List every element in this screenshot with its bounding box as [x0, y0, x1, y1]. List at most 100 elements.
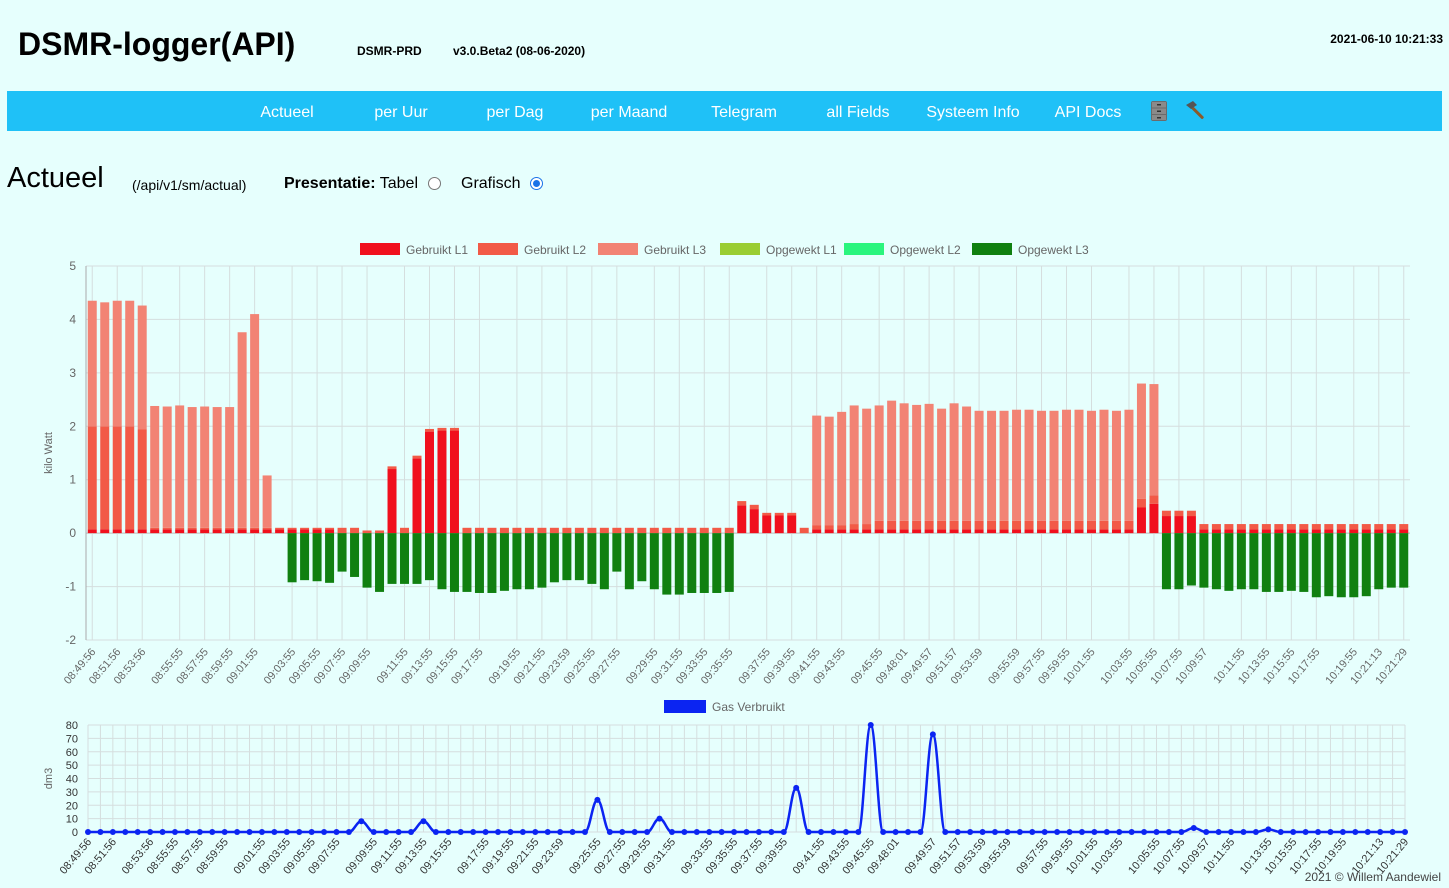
bar-opgewekt-l3 — [1286, 533, 1296, 591]
gas-point — [1327, 829, 1334, 835]
bar-opgewekt-l3 — [287, 533, 297, 583]
bar-gebruikt-l2 — [312, 527, 322, 530]
gas-point — [432, 829, 439, 835]
bar-gebruikt-l1 — [937, 529, 947, 534]
gas-point — [905, 829, 912, 835]
bar-gebruikt-l1 — [212, 529, 222, 534]
bar-gebruikt-l1 — [1086, 529, 1096, 534]
gas-point — [1116, 829, 1123, 835]
bar-opgewekt-l3 — [512, 533, 522, 590]
nav-api-docs[interactable]: API Docs — [1038, 91, 1138, 131]
bar-gebruikt-l1 — [1062, 529, 1072, 534]
gas-point — [171, 829, 178, 835]
gas-point — [1041, 829, 1048, 835]
bar-gebruikt-l1 — [999, 529, 1009, 534]
bar-opgewekt-l3 — [350, 533, 360, 577]
gas-point — [457, 829, 464, 835]
bar-gebruikt-l1 — [962, 529, 972, 534]
y-tick-label: 50 — [66, 760, 78, 772]
gas-point — [1352, 829, 1359, 835]
bar-gebruikt-l1 — [449, 430, 459, 534]
gas-point — [109, 829, 116, 835]
nav-per-dag[interactable]: per Dag — [465, 91, 565, 131]
gas-point — [408, 829, 415, 835]
gas-point — [507, 829, 514, 835]
gas-point — [892, 829, 899, 835]
y-tick-label: 70 — [66, 733, 78, 745]
gas-point — [147, 829, 154, 835]
nav-all-fields[interactable]: all Fields — [808, 91, 908, 131]
bar-gebruikt-l2 — [125, 426, 135, 530]
hammer-icon[interactable] — [1183, 99, 1207, 123]
bar-opgewekt-l3 — [387, 533, 397, 584]
bar-gebruikt-l1 — [275, 529, 285, 534]
nav-per-uur[interactable]: per Uur — [351, 91, 451, 131]
bar-gebruikt-l2 — [1324, 524, 1334, 530]
bar-gebruikt-l1 — [924, 529, 934, 534]
bar-gebruikt-l2 — [1161, 510, 1171, 517]
tabel-label: Tabel — [379, 175, 418, 192]
bar-gebruikt-l2 — [1299, 524, 1309, 530]
bar-gebruikt-l2 — [262, 527, 272, 530]
bar-gebruikt-l1 — [1286, 529, 1296, 534]
gas-point — [1128, 829, 1135, 835]
bar-opgewekt-l3 — [1211, 533, 1221, 590]
bar-gebruikt-l1 — [250, 529, 260, 534]
bar-gebruikt-l2 — [999, 520, 1009, 530]
bar-gebruikt-l2 — [624, 527, 634, 534]
nav-telegram[interactable]: Telegram — [694, 91, 794, 131]
legend-label: Gebruikt L2 — [524, 243, 586, 257]
bar-gebruikt-l1 — [387, 469, 397, 534]
gas-point — [234, 829, 241, 835]
bar-gebruikt-l1 — [187, 529, 197, 534]
gas-point — [321, 829, 328, 835]
bar-gebruikt-l2 — [749, 504, 759, 510]
bar-opgewekt-l3 — [337, 533, 347, 572]
nav-per-maand[interactable]: per Maand — [579, 91, 679, 131]
bar-gebruikt-l2 — [662, 527, 672, 534]
gas-point — [606, 829, 613, 835]
bar-gebruikt-l3 — [987, 410, 997, 521]
nav-actueel[interactable]: Actueel — [237, 91, 337, 131]
gas-point — [867, 722, 874, 728]
bar-opgewekt-l3 — [1399, 533, 1409, 588]
radio-grafisch[interactable] — [530, 177, 543, 190]
bar-gebruikt-l3 — [1124, 409, 1134, 521]
bar-gebruikt-l2 — [874, 520, 884, 530]
datetime-label: 2021-06-10 10:21:33 — [1330, 32, 1443, 46]
bar-gebruikt-l3 — [112, 300, 122, 427]
bar-gebruikt-l2 — [1111, 520, 1121, 530]
y-tick-label: 0 — [72, 827, 78, 839]
file-cabinet-icon[interactable] — [1147, 99, 1171, 123]
nav-systeem-info[interactable]: Systeem Info — [923, 91, 1023, 131]
bar-gebruikt-l1 — [1124, 529, 1134, 534]
radio-tabel[interactable] — [428, 177, 441, 190]
bar-gebruikt-l1 — [824, 529, 834, 534]
legend-swatch — [720, 243, 760, 255]
y-tick-label: 30 — [66, 787, 78, 799]
bar-opgewekt-l3 — [400, 533, 410, 584]
bar-gebruikt-l2 — [237, 527, 247, 530]
gas-point — [1016, 829, 1023, 835]
bar-gebruikt-l2 — [462, 527, 472, 534]
gas-point — [569, 829, 576, 835]
gas-point — [122, 829, 129, 835]
bar-opgewekt-l3 — [562, 533, 572, 581]
gas-point — [1240, 829, 1247, 835]
gas-point — [581, 829, 588, 835]
bar-gebruikt-l2 — [1349, 524, 1359, 530]
bar-opgewekt-l3 — [362, 533, 372, 588]
bar-gebruikt-l1 — [175, 529, 185, 534]
bar-gebruikt-l2 — [1374, 524, 1384, 530]
bar-opgewekt-l3 — [487, 533, 497, 593]
bar-gebruikt-l2 — [87, 426, 97, 530]
bar-gebruikt-l3 — [949, 403, 959, 521]
bar-gebruikt-l3 — [849, 405, 859, 525]
bar-gebruikt-l2 — [924, 520, 934, 530]
bar-gebruikt-l1 — [1012, 529, 1022, 534]
gas-point — [1215, 829, 1222, 835]
bar-gebruikt-l1 — [1236, 529, 1246, 534]
bar-gebruikt-l2 — [574, 527, 584, 534]
navbar: Actueel per Uur per Dag per Maand Telegr… — [7, 91, 1442, 131]
bar-opgewekt-l3 — [1336, 533, 1346, 598]
